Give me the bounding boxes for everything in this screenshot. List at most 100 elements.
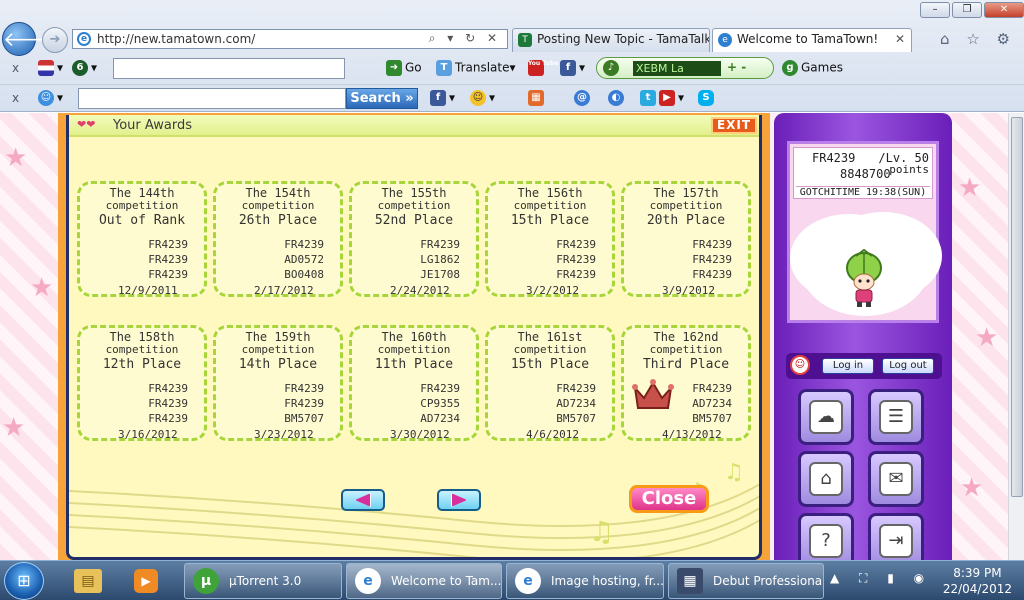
translate-button[interactable]: T Translate▾ <box>436 60 516 76</box>
ranking-name: FR4239 <box>556 238 596 251</box>
web-search-input[interactable] <box>78 88 346 109</box>
taskbar-app-label: Image hosting, fr... <box>551 574 664 588</box>
address-bar[interactable]: e http://new.tamatown.com/ ⌕ ▾ ↻ ✕ <box>72 29 508 49</box>
award-date: 3/23/2012 <box>254 428 314 441</box>
menu-button-list[interactable]: ☰ <box>868 389 924 445</box>
scrollbar-thumb[interactable] <box>1011 117 1023 497</box>
tab-tamatown[interactable]: e Welcome to TamaTown! ✕ <box>712 28 912 52</box>
award-place: 15th Place <box>510 357 590 372</box>
explorer-pinned[interactable]: ▤ <box>66 564 110 598</box>
search-button[interactable]: Search » <box>346 88 418 109</box>
flag-icon[interactable]: ▾ <box>38 60 63 76</box>
star-decor-icon: ★ <box>958 173 982 203</box>
award-place: 26th Place <box>238 213 318 228</box>
search-provider-icon[interactable]: 6 ▾ <box>72 60 97 76</box>
speech-bubble-icon: ☁ <box>809 400 843 434</box>
menu-button-gift[interactable]: ✉ <box>868 451 924 507</box>
youtube-icon[interactable]: You Tube <box>528 60 558 76</box>
close-window-button[interactable]: ✕ <box>984 2 1024 18</box>
back-button[interactable]: 🡐 <box>2 22 57 56</box>
taskbar-app-utorrent[interactable]: µ µTorrent 3.0 <box>184 563 342 599</box>
ranking-name: FR4239 <box>284 397 324 410</box>
messenger-2-icon[interactable]: ◐ <box>608 90 627 106</box>
help-icon: ? <box>809 524 843 558</box>
star-decor-icon: ★ <box>960 473 984 503</box>
ranking-name: FR4239 <box>284 382 324 395</box>
tab-close-icon[interactable]: ✕ <box>895 32 905 46</box>
toolbar-close-icon[interactable]: x <box>12 91 19 105</box>
tamatalk-favicon: T <box>518 33 532 47</box>
address-bar-tools[interactable]: ⌕ ▾ ↻ ✕ <box>429 31 501 46</box>
taskbar-app-ie-tamatown[interactable]: e Welcome to Tam... <box>346 563 502 599</box>
competition-number: The 161st <box>517 330 583 344</box>
award-card: The 162nd competition Third Place FR4239 AD7… <box>621 325 751 441</box>
ie-page-icon: e <box>77 32 91 46</box>
award-card: The 159th competition 14th Place FR4239 FR42… <box>213 325 343 441</box>
logout-button[interactable]: Log out <box>882 358 934 374</box>
ranking-name: AD7234 <box>692 397 732 410</box>
award-card: The 155th competition 52nd Place FR4239 LG18… <box>349 181 479 297</box>
ranking-name: CP9355 <box>420 397 460 410</box>
award-card: The 161st competition 15th Place FR4239 AD72… <box>485 325 615 441</box>
forward-button[interactable]: ➔ <box>42 27 68 53</box>
toolbar-2: x ☺ ▾ Search » f ▾ ☺ ▾ ▦ @ ◐ t ▶ ▾ S <box>0 84 1024 112</box>
taskbar-clock[interactable]: 8:39 PM 22/04/2012 <box>943 565 1012 597</box>
ranking-name: FR4239 <box>148 412 188 425</box>
start-button[interactable]: ⊞ <box>4 562 44 600</box>
tamagotchi-screen: FR4239 /Lv. 50 8848700 points GOTCHITIME… <box>787 141 939 323</box>
page-scrollbar[interactable] <box>1008 113 1024 560</box>
facebook-icon[interactable]: f ▾ <box>560 60 585 76</box>
ranking-name: FR4239 <box>692 253 732 266</box>
skype-icon[interactable]: S <box>698 90 717 106</box>
ranking-name: FR4239 <box>420 382 460 395</box>
menu-button-chat[interactable]: ☁ <box>798 389 854 445</box>
ranking-name: BM5707 <box>556 412 596 425</box>
list-icon: ☰ <box>879 400 913 434</box>
award-place: 52nd Place <box>374 213 454 228</box>
radio-station-select[interactable]: XEBM La <box>633 61 721 76</box>
menu-button-shop[interactable]: ⌂ <box>798 451 854 507</box>
go-button[interactable]: ➜ Go <box>386 60 422 76</box>
close-button[interactable]: Close <box>629 485 709 513</box>
messenger-icon[interactable]: ☺ ▾ <box>38 90 63 106</box>
awards-header: ❤❤ Your Awards EXIT <box>69 115 759 137</box>
games-button[interactable]: g Games <box>782 60 843 76</box>
tamagotchi-character[interactable] <box>844 248 884 308</box>
login-button[interactable]: Log in <box>822 358 874 374</box>
minimize-button[interactable]: – <box>920 2 950 18</box>
previous-page-button[interactable] <box>341 489 385 511</box>
competition-label: competition <box>241 199 315 212</box>
calendar-icon[interactable]: ▦ <box>528 90 547 106</box>
media-player-pinned[interactable]: ▶ <box>124 564 168 598</box>
tab-tamatalk[interactable]: T Posting New Topic - TamaTalk <box>512 28 710 52</box>
browser-right-tools[interactable]: ⌂ ☆ ⚙ <box>940 30 1016 48</box>
points-unit: points <box>889 163 929 176</box>
svg-text:♫: ♫ <box>589 515 614 548</box>
system-tray-icons[interactable]: ▲ ⛶ ▮ ◉ <box>830 571 932 586</box>
browser-chrome: – ❐ ✕ 🡐 ➔ e http://new.tamatown.com/ ⌕ ▾… <box>0 0 1024 112</box>
ranking-name: FR4239 <box>692 238 732 251</box>
toolbar-close-icon[interactable]: x <box>12 61 19 75</box>
taskbar-app-debut[interactable]: ▦ Debut Professional <box>668 563 824 599</box>
email-icon[interactable]: @ <box>574 90 593 106</box>
crown-icon <box>632 379 674 409</box>
taskbar-app-ie-imagehost[interactable]: e Image hosting, fr... <box>506 563 664 599</box>
exit-button[interactable]: EXIT <box>711 117 757 134</box>
award-card: The 144th competition Out of Rank FR4239 FR4… <box>77 181 207 297</box>
next-page-button[interactable] <box>437 489 481 511</box>
facebook-icon[interactable]: f ▾ <box>430 90 455 106</box>
radio-player[interactable]: ♪ XEBM La + - <box>596 57 774 79</box>
toolbar-search-input[interactable] <box>113 58 345 79</box>
points-value: 8848700 <box>840 167 891 181</box>
url-text[interactable]: http://new.tamatown.com/ <box>97 32 255 46</box>
taskbar-app-label: Debut Professional <box>713 574 824 588</box>
twitter-youtube-icon[interactable]: t ▶ ▾ <box>640 90 684 106</box>
maximize-button[interactable]: ❐ <box>952 2 982 18</box>
star-decor-icon: ★ <box>30 273 54 303</box>
radio-volume-controls[interactable]: + - <box>727 60 746 74</box>
taskbar-app-label: µTorrent 3.0 <box>229 574 302 588</box>
ranking-name: BM5707 <box>284 412 324 425</box>
award-place: 12th Place <box>102 357 182 372</box>
ranking-name: AD0572 <box>284 253 324 266</box>
smiley-icon[interactable]: ☺ ▾ <box>470 90 495 106</box>
